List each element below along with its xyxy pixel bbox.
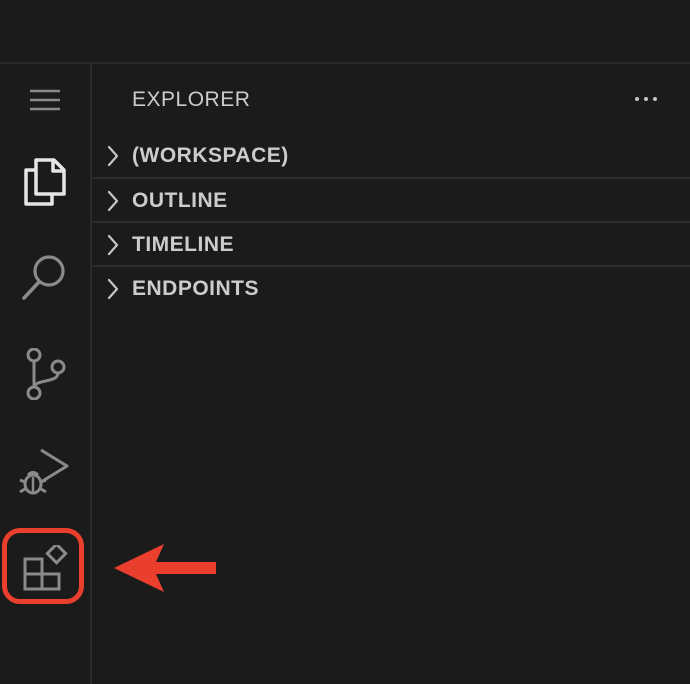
annotation-highlight-box [2, 528, 84, 604]
title-bar [0, 0, 690, 64]
activity-explorer[interactable] [0, 142, 90, 222]
activity-run-debug[interactable] [0, 430, 90, 510]
section-timeline[interactable]: TIMELINE [92, 221, 690, 267]
section-label: (WORKSPACE) [132, 144, 289, 167]
search-icon [22, 255, 65, 300]
source-control-icon [26, 348, 66, 400]
vscode-window: EXPLORER (WORKSPACE) OUTLINE TIMELINE EN… [0, 0, 690, 684]
section-label: TIMELINE [132, 233, 234, 256]
section-outline[interactable]: OUTLINE [92, 177, 690, 223]
chevron-right-icon [107, 234, 119, 256]
activity-search[interactable] [0, 238, 90, 318]
explorer-icon [24, 158, 66, 206]
section-workspace[interactable]: (WORKSPACE) [92, 134, 690, 178]
ellipsis-dot [653, 97, 657, 101]
ellipsis-icon [635, 97, 639, 101]
run-and-debug-icon [19, 448, 69, 495]
sidebar-title: EXPLORER [132, 88, 251, 111]
application-menu-button[interactable] [0, 78, 90, 122]
ellipsis-dot [644, 97, 648, 101]
section-endpoints[interactable]: ENDPOINTS [92, 265, 690, 311]
chevron-right-icon [107, 190, 119, 212]
section-label: ENDPOINTS [132, 277, 260, 300]
chevron-right-icon [107, 278, 119, 300]
menu-icon [30, 89, 60, 111]
more-actions-button[interactable] [626, 84, 666, 114]
annotation-arrow-icon [114, 544, 216, 592]
section-label: OUTLINE [132, 189, 228, 212]
activity-source-control[interactable] [0, 334, 90, 414]
sidebar-header: EXPLORER [92, 64, 690, 134]
chevron-right-icon [107, 145, 119, 167]
